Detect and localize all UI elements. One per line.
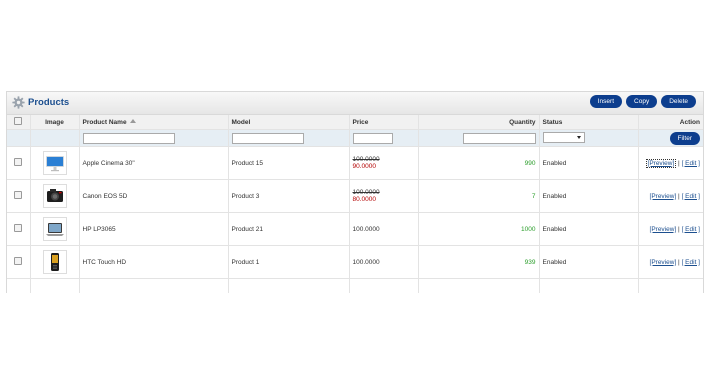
product-quantity: 939 — [418, 245, 540, 279]
price-original: 100.0000 — [352, 156, 380, 163]
product-status: Enabled — [539, 146, 639, 180]
filter-status-select[interactable] — [542, 131, 585, 143]
products-panel: Products Insert Copy Delete Image Produc… — [6, 91, 704, 293]
product-model: Product 21 — [228, 212, 350, 246]
column-header-status[interactable]: Status — [539, 115, 639, 130]
table-row — [7, 278, 703, 293]
sort-ascending-icon — [129, 118, 136, 123]
insert-button[interactable]: Insert — [589, 95, 623, 108]
product-status: Enabled — [539, 245, 639, 279]
product-status: Enabled — [539, 212, 639, 246]
laptop-icon[interactable] — [42, 217, 67, 241]
camera-icon[interactable] — [42, 184, 67, 208]
product-quantity: 7 — [418, 179, 540, 213]
product-model: Product 15 — [228, 146, 350, 180]
column-header-action: Action — [638, 115, 703, 130]
preview-link[interactable]: [Preview] — [650, 226, 677, 233]
edit-link[interactable]: [ Edit ] — [682, 193, 700, 200]
price-special: 80.0000 — [352, 196, 377, 203]
price-special: 90.0000 — [352, 163, 377, 170]
filter-button[interactable]: Filter — [669, 131, 700, 145]
products-table: Image Product Name Model Price Quantity … — [7, 115, 703, 293]
filter-model-input[interactable] — [231, 132, 304, 144]
filter-row: Filter — [7, 129, 703, 147]
row-checkbox[interactable] — [14, 224, 23, 232]
table-row: Apple Cinema 30" Product 15 100.0000 90.0… — [7, 146, 703, 180]
toolbar: Insert Copy Delete — [589, 95, 696, 108]
preview-link[interactable]: [Preview] — [650, 259, 677, 266]
product-quantity: 990 — [418, 146, 540, 180]
table-row: Canon EOS 5D Product 3 100.0000 80.0000 7… — [7, 179, 703, 213]
column-header-name-label: Product Name — [82, 118, 127, 126]
page-title: Products — [28, 97, 70, 108]
product-name: Canon EOS 5D — [79, 179, 229, 213]
gear-icon — [12, 96, 25, 109]
column-header-price[interactable]: Price — [349, 115, 419, 130]
filter-name-input[interactable] — [82, 132, 175, 144]
edit-link[interactable]: [ Edit ] — [682, 259, 700, 266]
panel-heading: Products Insert Copy Delete — [7, 92, 703, 115]
price-original: 100.0000 — [352, 189, 380, 196]
product-model: Product 1 — [228, 245, 350, 279]
table-header-row: Image Product Name Model Price Quantity … — [7, 115, 703, 130]
preview-link[interactable]: [Preview] — [650, 193, 677, 200]
monitor-icon[interactable] — [42, 151, 67, 175]
product-quantity: 1000 — [418, 212, 540, 246]
row-checkbox[interactable] — [14, 158, 23, 166]
phone-icon[interactable] — [42, 250, 67, 274]
edit-link[interactable]: [ Edit ] — [682, 160, 700, 167]
row-checkbox[interactable] — [14, 191, 23, 199]
product-price: 100.0000 — [349, 245, 419, 279]
column-header-image: Image — [30, 115, 80, 130]
column-header-quantity[interactable]: Quantity — [418, 115, 540, 130]
delete-button[interactable]: Delete — [661, 95, 696, 108]
edit-link[interactable]: [ Edit ] — [682, 226, 700, 233]
product-status: Enabled — [539, 179, 639, 213]
product-name: HTC Touch HD — [79, 245, 229, 279]
product-price: 100.0000 — [349, 212, 419, 246]
column-header-model[interactable]: Model — [228, 115, 350, 130]
row-checkbox[interactable] — [14, 257, 23, 265]
chevron-down-icon — [576, 135, 581, 139]
filter-quantity-input[interactable] — [462, 132, 536, 144]
column-header-name[interactable]: Product Name — [79, 115, 229, 130]
table-row: HTC Touch HD Product 1 100.0000 939 Enab… — [7, 245, 703, 279]
copy-button[interactable]: Copy — [626, 95, 658, 108]
table-row: HP LP3065 Product 21 100.0000 1000 Enabl… — [7, 212, 703, 246]
product-model: Product 3 — [228, 179, 350, 213]
select-all-checkbox[interactable] — [14, 117, 23, 125]
product-name: Apple Cinema 30" — [79, 146, 229, 180]
filter-price-input[interactable] — [352, 132, 393, 144]
preview-link[interactable]: [Preview] — [645, 158, 677, 168]
product-name: HP LP3065 — [79, 212, 229, 246]
